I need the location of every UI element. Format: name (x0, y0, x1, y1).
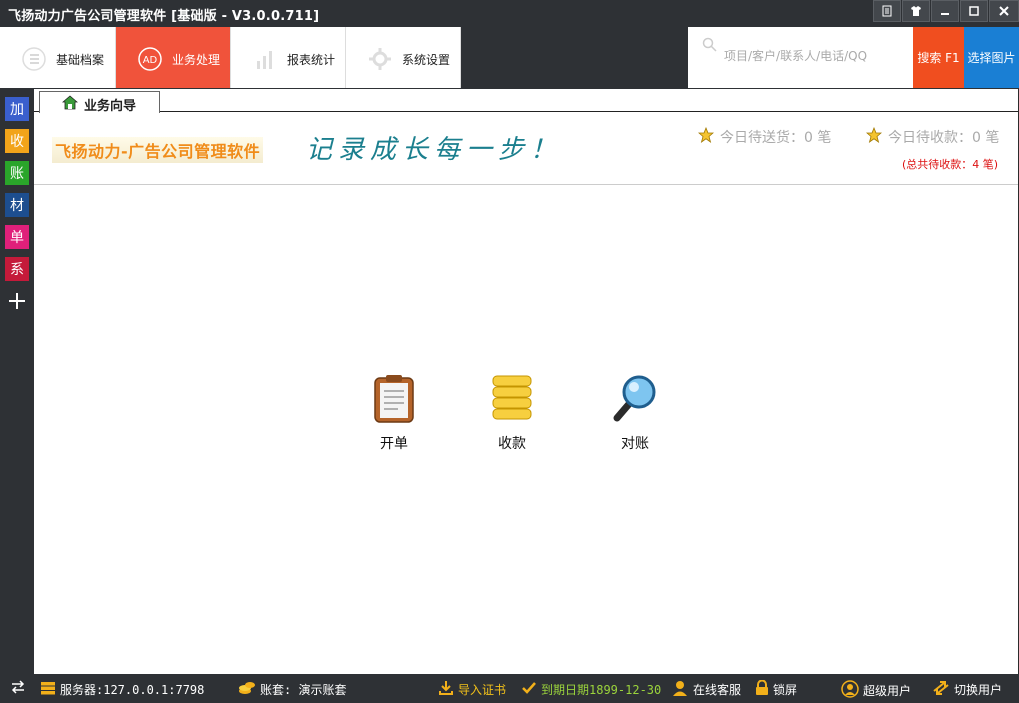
slogan: 记录成长每一步！ (306, 135, 563, 165)
tab-business-wizard[interactable]: 业务向导 (39, 91, 160, 114)
expiry-date-text: 到期日期1899-12-30 (541, 683, 662, 697)
tab-label: 业务向导 (84, 99, 137, 114)
current-user-info[interactable]: 超级用户 (841, 680, 911, 701)
online-support-text: 在线客服 (693, 683, 742, 697)
nav-tab-label: 业务处理 (172, 53, 221, 67)
switch-user-button[interactable]: 切换用户 (932, 680, 1002, 699)
check-icon (521, 680, 537, 699)
action-label: 对账 (621, 436, 649, 452)
select-picture-button[interactable]: 选择图片 (964, 27, 1019, 88)
import-certificate-text: 导入证书 (458, 683, 507, 697)
window-title: 飞扬动力广告公司管理软件 [基础版 - V3.0.0.711] (8, 9, 320, 24)
close-icon[interactable] (989, 0, 1019, 22)
switch-user-text: 切换用户 (954, 683, 1003, 697)
notes-icon[interactable] (873, 0, 901, 22)
title-bar: 飞扬动力广告公司管理软件 [基础版 - V3.0.0.711] (0, 0, 1019, 27)
nav-tab-label: 系统设置 (402, 53, 451, 67)
online-support-link[interactable]: 在线客服 (671, 680, 741, 699)
main-nav: 基础档案 AD 业务处理 报表统计 系统设置 搜索 F1 选择图片 (0, 27, 1019, 89)
bar-chart-icon (253, 47, 275, 69)
status-bar: 服务器:127.0.0.1:7798 账套: 演示账套 导入证书 到期日期189… (0, 674, 1019, 703)
list-icon (22, 47, 46, 71)
swap-icon[interactable] (10, 680, 26, 694)
quick-receive-button[interactable]: 收 (5, 129, 29, 153)
minimize-icon[interactable] (931, 0, 959, 22)
clipboard-icon (372, 375, 416, 427)
home-icon (61, 95, 79, 114)
server-text: 服务器:127.0.0.1:7798 (60, 683, 205, 697)
nav-tab-basic-records[interactable]: 基础档案 (0, 27, 116, 88)
today-delivery-text: 今日待送货：0 笔 (720, 130, 832, 146)
main-content: 业务向导 飞扬动力-广告公司管理软件 记录成长每一步！ 今日待送货：0 笔 今日… (34, 89, 1018, 674)
user-icon (841, 680, 859, 701)
coins-icon (490, 375, 534, 427)
quick-system-button[interactable]: 系 (5, 257, 29, 281)
quick-account-button[interactable]: 账 (5, 161, 29, 185)
action-label: 开单 (380, 436, 408, 452)
coins-icon (238, 680, 256, 699)
quick-add-button[interactable]: 加 (5, 97, 29, 121)
account-set-info[interactable]: 账套: 演示账套 (238, 680, 346, 699)
search-button[interactable]: 搜索 F1 (913, 27, 964, 88)
total-receivable-link[interactable]: (总共待收款：4 笔) (902, 156, 998, 172)
lock-screen-button[interactable]: 锁屏 (755, 679, 798, 699)
account-set-text: 账套: 演示账套 (260, 683, 347, 697)
support-agent-icon (671, 680, 689, 699)
star-icon (697, 126, 715, 147)
receive-payment-action[interactable]: 收款 (482, 374, 542, 453)
gear-icon (368, 47, 391, 70)
plus-icon (9, 293, 25, 309)
download-icon (438, 680, 454, 699)
nav-tab-business[interactable]: AD 业务处理 (116, 27, 231, 88)
quick-order-button[interactable]: 单 (5, 225, 29, 249)
today-receivable-text: 今日待收款：0 笔 (888, 130, 1000, 146)
welcome-banner: 飞扬动力-广告公司管理软件 记录成长每一步！ 今日待送货：0 笔 今日待收款：0… (34, 113, 1018, 185)
nav-tab-label: 报表统计 (287, 53, 336, 67)
brand-logo: 飞扬动力-广告公司管理软件 (52, 137, 264, 163)
reconcile-action[interactable]: 对账 (605, 374, 665, 453)
current-user-text: 超级用户 (863, 684, 912, 698)
search-input[interactable] (724, 49, 904, 63)
window-controls (872, 0, 1019, 24)
action-label: 收款 (498, 436, 526, 452)
star-icon (865, 126, 883, 147)
expiry-date-info: 到期日期1899-12-30 (521, 680, 661, 699)
nav-tab-reports[interactable]: 报表统计 (231, 27, 346, 88)
switch-arrows-icon (932, 680, 950, 699)
nav-tab-label: 基础档案 (56, 53, 105, 67)
today-receivable-stat[interactable]: 今日待收款：0 笔 (865, 126, 1000, 147)
server-icon (40, 680, 56, 699)
lock-icon (755, 679, 769, 699)
ad-icon: AD (138, 47, 162, 71)
search-icon (702, 37, 718, 56)
quick-material-button[interactable]: 材 (5, 193, 29, 217)
today-delivery-stat[interactable]: 今日待送货：0 笔 (697, 126, 832, 147)
magnifier-icon (611, 375, 659, 427)
lock-screen-text: 锁屏 (773, 683, 798, 697)
document-tab-strip: 业务向导 (34, 89, 1018, 114)
server-info: 服务器:127.0.0.1:7798 (40, 680, 204, 699)
search-box (688, 27, 913, 88)
svg-text:AD: AD (143, 55, 158, 66)
maximize-icon[interactable] (960, 0, 988, 22)
import-certificate-link[interactable]: 导入证书 (438, 680, 506, 699)
skin-icon[interactable] (902, 0, 930, 22)
quick-plus-button[interactable] (5, 289, 29, 313)
nav-tab-settings[interactable]: 系统设置 (346, 27, 461, 88)
quick-launch-bar: 加 收 账 材 单 系 (0, 89, 34, 674)
open-order-action[interactable]: 开单 (364, 374, 424, 453)
